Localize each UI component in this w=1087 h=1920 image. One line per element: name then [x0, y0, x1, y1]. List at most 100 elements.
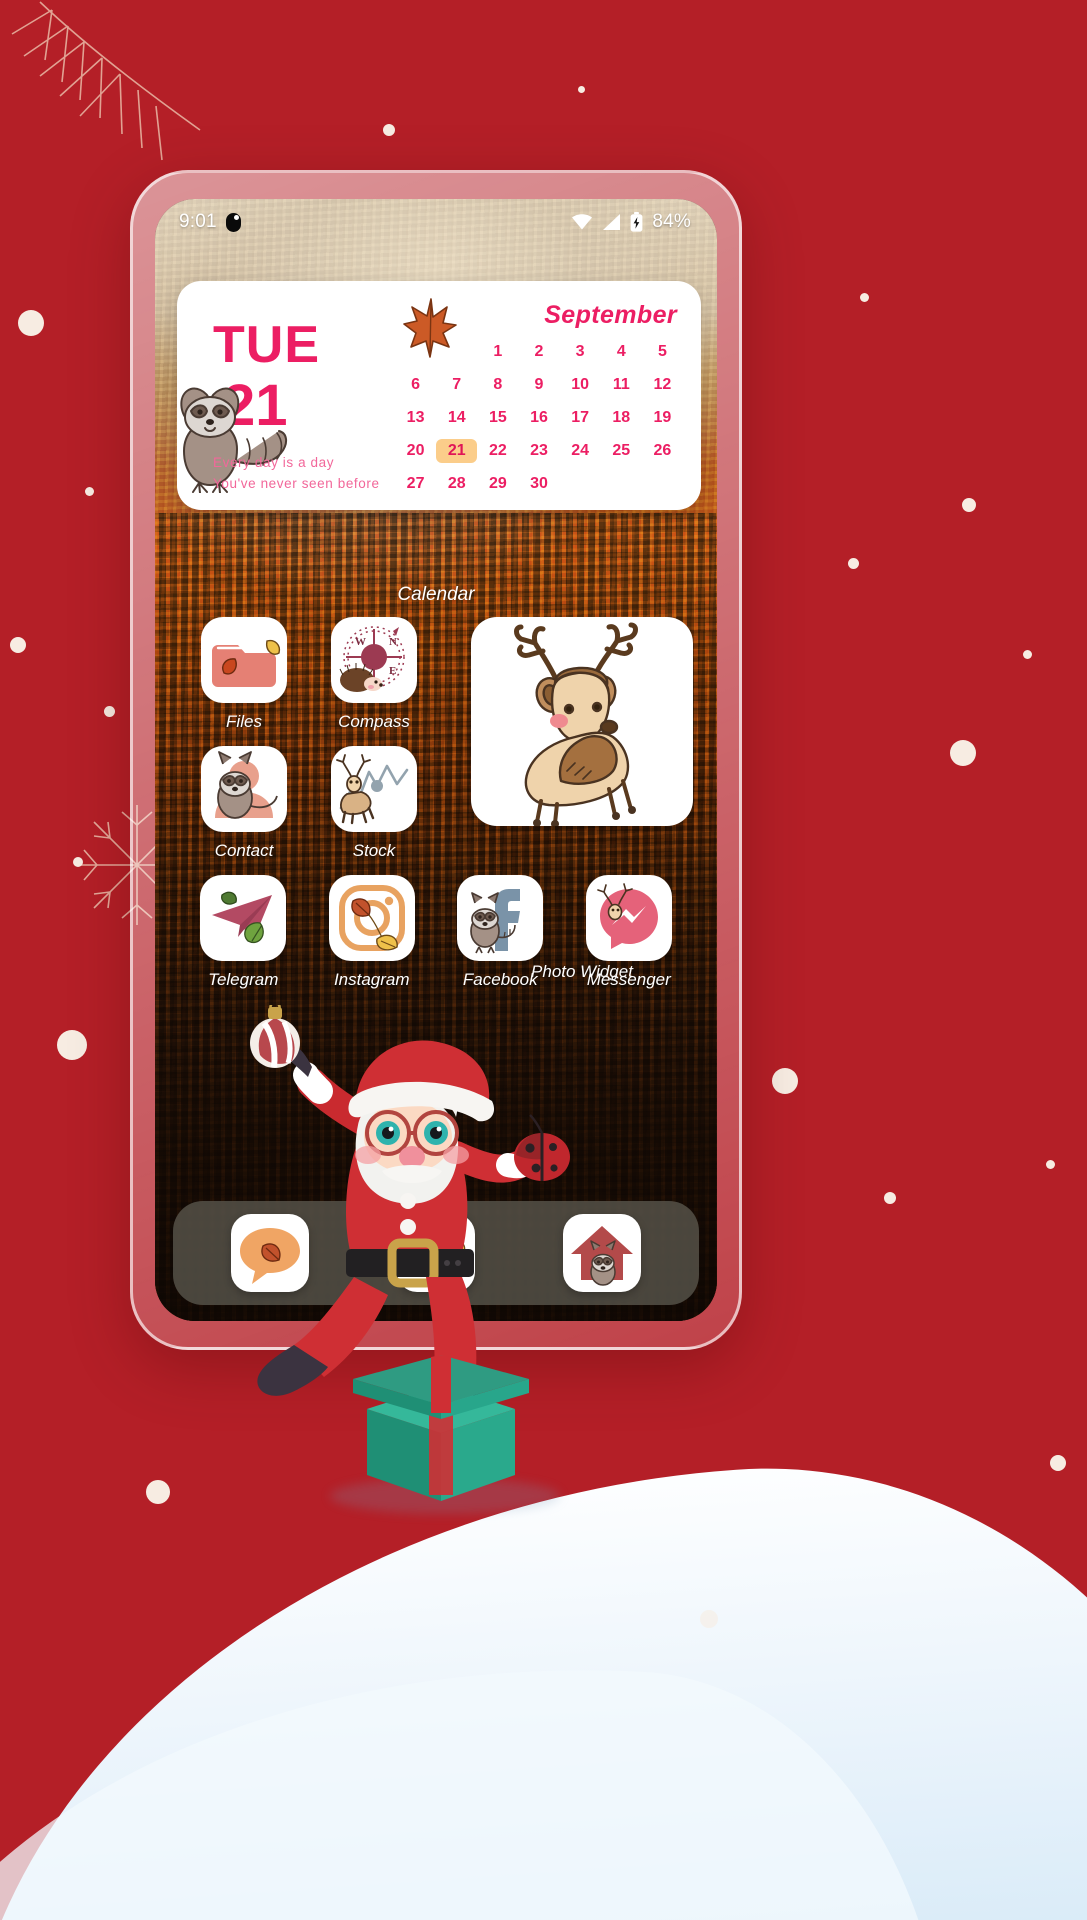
app-label: Compass — [338, 712, 410, 731]
facebook-f-icon[interactable] — [457, 875, 544, 961]
instagram-camera-icon[interactable] — [328, 875, 415, 961]
snow-dot — [772, 1068, 798, 1094]
snow-dot — [1023, 650, 1032, 659]
app-instagram[interactable]: Instagram — [308, 875, 437, 990]
app-row-3: Telegram Instagram Facebook Messenger — [155, 875, 717, 990]
app-files[interactable]: Files — [179, 617, 309, 732]
snow-dot — [104, 706, 115, 717]
svg-text:W: W — [355, 636, 366, 648]
calendar-cell-day[interactable]: 9 — [518, 373, 559, 397]
app-row-2: Contact Stock Photo Widget — [155, 746, 717, 981]
calendar-day-of-week: TUE — [213, 316, 320, 374]
snow-dot — [1050, 1455, 1066, 1471]
calendar-cell-day[interactable]: 26 — [642, 439, 683, 463]
calendar-date-grid[interactable]: 1 2 3 4 5 6 7 8 9 10 11 12 13 14 15 16 17 18 19 20 21 22 23 24 2… — [395, 340, 683, 496]
calendar-cell-day[interactable]: 29 — [477, 472, 518, 496]
pine-twig-icon — [11, 1, 201, 161]
calendar-widget-right: September 1 2 3 4 5 6 7 8 9 10 11 12 13 14 15 16 17 18 19 2… — [395, 297, 683, 496]
app-facebook[interactable]: Facebook — [436, 875, 565, 990]
calendar-cell-day[interactable]: 18 — [601, 406, 642, 430]
calendar-cell-day[interactable]: 30 — [518, 472, 559, 496]
app-stock[interactable]: Stock — [309, 746, 439, 861]
calendar-cell-day[interactable]: 6 — [395, 373, 436, 397]
snow-dot — [73, 857, 83, 867]
calendar-cell-day[interactable]: 17 — [560, 406, 601, 430]
cellular-signal-icon — [603, 214, 621, 230]
app-row-1: Files W N E Compass — [155, 617, 717, 826]
contact-icon[interactable] — [201, 746, 287, 832]
calendar-cell-today[interactable]: 21 — [436, 439, 478, 463]
app-label: Instagram — [333, 970, 410, 989]
calendar-cell-day[interactable]: 3 — [560, 340, 601, 364]
app-label: Messenger — [586, 970, 671, 989]
calendar-cell-day[interactable]: 7 — [436, 373, 477, 397]
app-grid: Files W N E Compass Contact Stock Photo … — [155, 617, 717, 1004]
calendar-widget-label: Calendar — [397, 584, 475, 605]
snow-dot — [57, 1030, 87, 1060]
calendar-quote-line-2: You've never seen before — [213, 475, 380, 491]
messenger-bolt-icon[interactable] — [585, 875, 672, 961]
snow-dot — [383, 124, 395, 136]
calendar-cell-day[interactable]: 23 — [518, 439, 559, 463]
calendar-cell-day[interactable]: 22 — [477, 439, 518, 463]
status-time: 9:01 — [179, 211, 217, 232]
snow-dot — [18, 310, 44, 336]
christmas-ball-ornament-icon — [250, 1005, 300, 1068]
app-compass[interactable]: W N E Compass — [309, 617, 439, 732]
app-label: Files — [226, 712, 262, 731]
calendar-widget[interactable]: TUE 21 Every day is a day You've never s… — [177, 281, 701, 510]
calendar-cell-day[interactable]: 5 — [642, 340, 683, 364]
calendar-widget-left: TUE 21 Every day is a day You've never s… — [180, 297, 395, 496]
snow-dot — [700, 1610, 718, 1628]
app-label: Facebook — [462, 970, 538, 989]
compass-icon[interactable]: W N E — [331, 617, 417, 703]
app-label: Stock — [352, 841, 396, 860]
calendar-cell-day[interactable]: 25 — [601, 439, 642, 463]
calendar-cell-day[interactable]: 10 — [560, 373, 601, 397]
calendar-cell-day[interactable]: 20 — [395, 439, 436, 463]
svg-text:E: E — [389, 665, 396, 677]
calendar-cell-day[interactable]: 16 — [518, 406, 559, 430]
calendar-cell-day[interactable]: 11 — [601, 373, 642, 397]
snow-dot — [950, 740, 976, 766]
ladybug-ornament-icon — [514, 1114, 570, 1181]
calendar-cell-empty — [436, 340, 477, 364]
snow-dot — [1046, 1160, 1055, 1169]
calendar-cell-day[interactable]: 14 — [436, 406, 477, 430]
telegram-paper-plane-icon[interactable] — [200, 875, 287, 961]
calendar-cell-day[interactable]: 13 — [395, 406, 436, 430]
folder-icon[interactable] — [201, 617, 287, 703]
app-contact[interactable]: Contact — [179, 746, 309, 861]
app-label: Contact — [214, 841, 274, 860]
calendar-cell-day[interactable]: 19 — [642, 406, 683, 430]
snow-dot — [860, 293, 869, 302]
calendar-cell-day[interactable]: 27 — [395, 472, 436, 496]
snow-dot — [578, 86, 585, 93]
battery-charging-icon — [630, 212, 643, 232]
calendar-cell-empty — [395, 340, 436, 364]
calendar-cell-day[interactable]: 8 — [477, 373, 518, 397]
calendar-cell-day[interactable]: 15 — [477, 406, 518, 430]
snow-dot — [85, 487, 94, 496]
app-messenger[interactable]: Messenger — [565, 875, 694, 990]
calendar-cell-day[interactable]: 4 — [601, 340, 642, 364]
calendar-cell-day[interactable]: 24 — [560, 439, 601, 463]
camera-pill-icon — [225, 212, 241, 232]
status-bar: 9:01 84% — [155, 199, 717, 245]
app-telegram[interactable]: Telegram — [179, 875, 308, 990]
app-label: Telegram — [208, 970, 279, 989]
battery-percentage: 84% — [652, 211, 691, 232]
stock-chart-icon[interactable] — [331, 746, 417, 832]
wifi-icon — [572, 214, 593, 230]
snow-dot — [962, 498, 976, 512]
snow-dot — [884, 1192, 896, 1204]
calendar-cell-day[interactable]: 28 — [436, 472, 477, 496]
snow-dot — [10, 637, 26, 653]
calendar-cell-day[interactable]: 2 — [518, 340, 559, 364]
calendar-cell-day[interactable]: 1 — [477, 340, 518, 364]
gift-box-illustration — [353, 1355, 529, 1501]
calendar-cell-day[interactable]: 12 — [642, 373, 683, 397]
promo-poster: 9:01 84% TUE 21 Every day is a day You'v… — [0, 0, 1087, 1920]
snow-dot — [848, 558, 859, 569]
snow-dot — [146, 1480, 170, 1504]
